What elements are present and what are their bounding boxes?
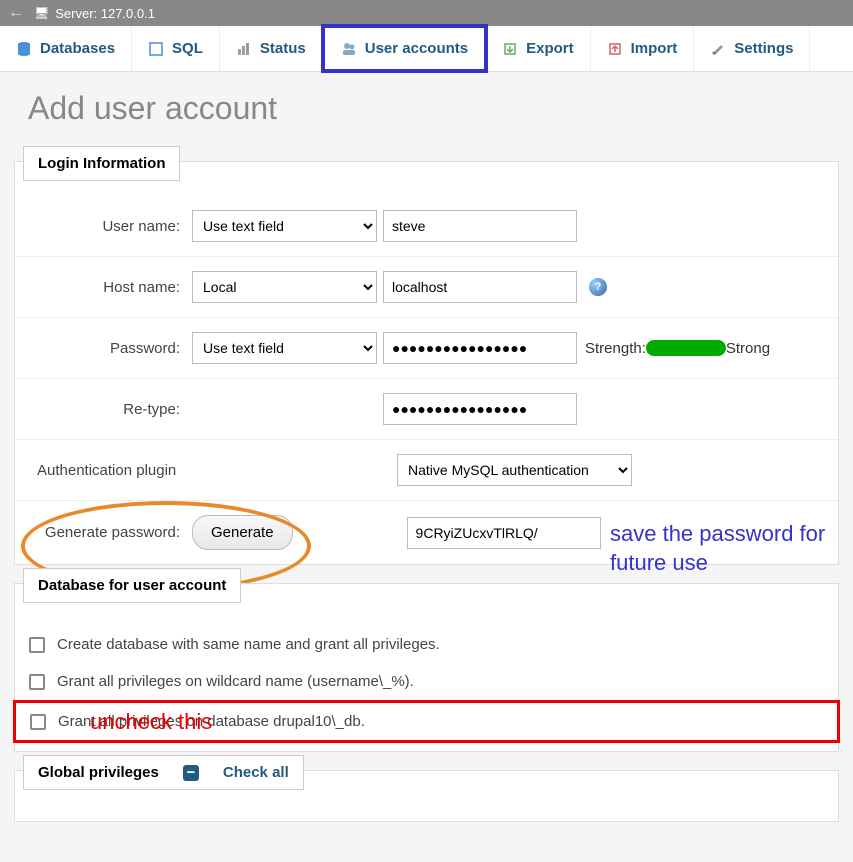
database-for-user-legend: Database for user account <box>23 568 241 603</box>
tab-label: Import <box>631 40 678 57</box>
grant-wildcard-row: Grant all privileges on wildcard name (u… <box>15 663 838 700</box>
export-icon <box>502 41 518 57</box>
username-mode-select[interactable]: Use text field <box>192 210 377 242</box>
grant-drupal-db-row: Grant all privileges on database drupal1… <box>13 700 840 743</box>
tab-label: User accounts <box>365 40 468 57</box>
auth-plugin-label: Authentication plugin <box>27 462 397 479</box>
grant-drupal-db-checkbox[interactable] <box>30 714 46 730</box>
tab-label: Status <box>260 40 306 57</box>
tab-label: Export <box>526 40 574 57</box>
page-title: Add user account <box>0 72 853 155</box>
strength-text: Strong <box>726 340 770 357</box>
tab-settings[interactable]: Settings <box>694 26 810 71</box>
tab-label: Databases <box>40 40 115 57</box>
hostname-label: Host name: <box>27 279 192 296</box>
hostname-row: Host name: Local ? <box>15 257 838 318</box>
user-accounts-icon <box>341 41 357 57</box>
strength-bar <box>646 340 726 356</box>
login-information-fieldset: Login Information User name: Use text fi… <box>14 161 839 565</box>
tab-status[interactable]: Status <box>220 26 323 71</box>
grant-wildcard-checkbox[interactable] <box>29 674 45 690</box>
server-icon: 🖥 <box>34 6 49 20</box>
auth-plugin-select[interactable]: Native MySQL authentication <box>397 454 632 486</box>
login-information-legend: Login Information <box>23 146 180 181</box>
username-label: User name: <box>27 218 192 235</box>
tab-label: SQL <box>172 40 203 57</box>
settings-icon <box>710 41 726 57</box>
tab-sql[interactable]: SQL <box>132 26 220 71</box>
password-row: Password: Use text field Strength: Stron… <box>15 318 838 379</box>
create-db-label: Create database with same name and grant… <box>57 636 440 653</box>
minus-icon[interactable]: − <box>183 765 199 781</box>
global-privileges-fieldset: Global privileges − Check all <box>14 770 839 822</box>
create-db-checkbox[interactable] <box>29 637 45 653</box>
top-bar: ← 🖥 Server: 127.0.0.1 <box>0 0 853 26</box>
tab-export[interactable]: Export <box>486 26 591 71</box>
import-icon <box>607 41 623 57</box>
retype-label: Re-type: <box>27 401 192 418</box>
username-row: User name: Use text field <box>15 196 838 257</box>
tabs-bar: Databases SQL Status User accounts Expor… <box>0 26 853 72</box>
server-label: Server: 127.0.0.1 <box>55 6 155 21</box>
generate-button[interactable]: Generate <box>192 515 293 550</box>
retype-input[interactable] <box>383 393 577 425</box>
username-input[interactable] <box>383 210 577 242</box>
tab-user-accounts[interactable]: User accounts <box>321 24 488 73</box>
grant-wildcard-label: Grant all privileges on wildcard name (u… <box>57 673 414 690</box>
generated-password-input[interactable] <box>407 517 601 549</box>
sql-icon <box>148 41 164 57</box>
password-input[interactable] <box>383 332 577 364</box>
global-privileges-text: Global privileges <box>38 764 159 781</box>
tab-import[interactable]: Import <box>591 26 695 71</box>
annotation-uncheck: uncheck this <box>90 709 212 735</box>
create-db-same-name-row: Create database with same name and grant… <box>15 626 838 663</box>
hostname-input[interactable] <box>383 271 577 303</box>
hostname-mode-select[interactable]: Local <box>192 271 377 303</box>
retype-row: Re-type: <box>15 379 838 440</box>
password-mode-select[interactable]: Use text field <box>192 332 377 364</box>
annotation-save-password: save the password for future use <box>610 520 853 577</box>
auth-plugin-row: Authentication plugin Native MySQL authe… <box>15 440 838 501</box>
tab-label: Settings <box>734 40 793 57</box>
password-label: Password: <box>27 340 192 357</box>
database-for-user-fieldset: Database for user account Create databas… <box>14 583 839 752</box>
check-all-link[interactable]: Check all <box>223 764 289 781</box>
back-arrow-icon[interactable]: ← <box>8 4 28 22</box>
strength-label: Strength: <box>585 340 646 357</box>
generate-password-label: Generate password: <box>27 524 192 541</box>
tab-databases[interactable]: Databases <box>0 26 132 71</box>
global-privileges-legend: Global privileges − Check all <box>23 755 304 790</box>
help-icon[interactable]: ? <box>589 278 607 296</box>
status-icon <box>236 41 252 57</box>
database-icon <box>16 41 32 57</box>
